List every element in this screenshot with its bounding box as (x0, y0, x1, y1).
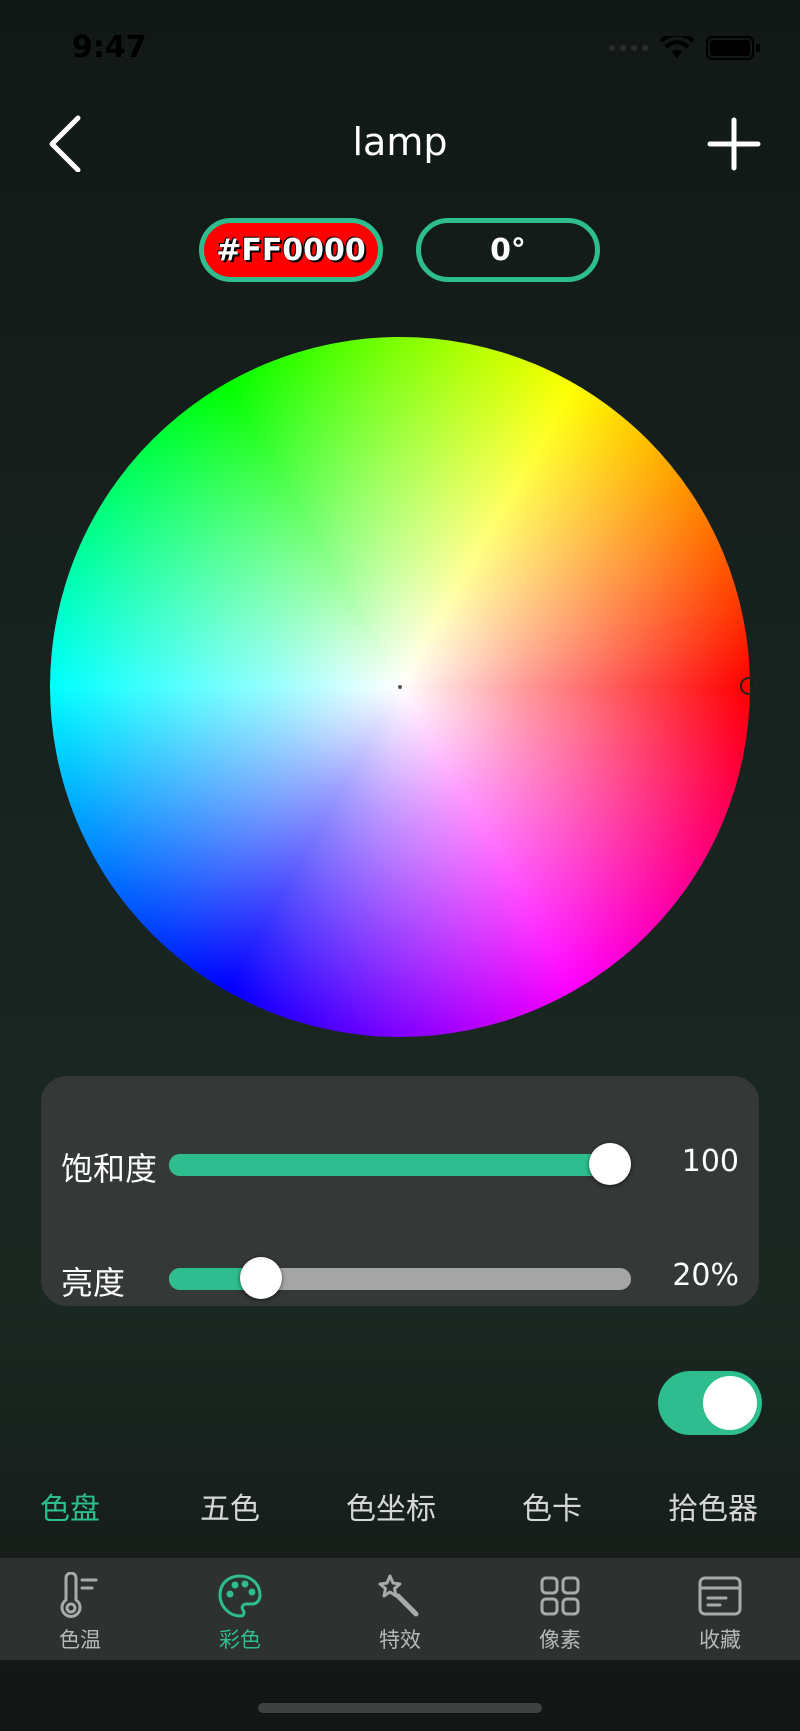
hex-color-button[interactable]: #FF0000 (199, 218, 383, 282)
status-icons (609, 36, 760, 60)
tab-color-card[interactable]: 色卡 (522, 1484, 582, 1528)
slider-card: 饱和度 100 亮度 20% (41, 1076, 759, 1306)
power-toggle[interactable] (658, 1371, 762, 1435)
bottom-tab-bar: 色温 彩色 特效 像素 收藏 (0, 1558, 800, 1660)
tabbar-label: 像素 (539, 1628, 581, 1652)
magic-wand-icon (378, 1574, 419, 1617)
color-wheel-center (398, 685, 402, 689)
color-wheel[interactable] (50, 337, 758, 1037)
tab-color-picker[interactable]: 拾色器 (668, 1484, 758, 1528)
toggle-knob (703, 1376, 757, 1430)
tab-five-color[interactable]: 五色 (200, 1484, 260, 1528)
tabbar-label: 色温 (59, 1628, 101, 1652)
battery-nub (756, 44, 760, 52)
hue-angle-button[interactable]: 0° (416, 218, 600, 282)
tab-color-disc[interactable]: 色盘 (40, 1484, 100, 1528)
brightness-thumb[interactable] (240, 1257, 282, 1299)
brightness-slider[interactable] (169, 1257, 631, 1299)
brightness-row: 亮度 20% (41, 1248, 759, 1308)
color-wheel-handle[interactable] (740, 677, 758, 695)
saturation-slider[interactable] (169, 1143, 631, 1185)
tabbar-item-pixel[interactable]: 像素 (500, 1558, 620, 1660)
saturation-label: 饱和度 (61, 1150, 158, 1188)
add-button[interactable] (704, 114, 764, 174)
tabbar-item-effects[interactable]: 特效 (340, 1558, 460, 1660)
saturation-value: 100 (681, 1144, 739, 1179)
grid-icon (540, 1576, 580, 1616)
thermometer-icon (60, 1572, 98, 1618)
tabbar-label: 收藏 (699, 1628, 741, 1652)
brightness-label: 亮度 (61, 1264, 126, 1302)
card-icon (698, 1576, 742, 1616)
saturation-thumb[interactable] (589, 1143, 631, 1185)
signal-icon (609, 45, 648, 51)
plus-icon (707, 117, 761, 171)
status-time: 9:47 (72, 30, 147, 65)
saturation-fill (169, 1154, 631, 1176)
brightness-value: 20% (672, 1258, 739, 1293)
status-bar: 9:47 (0, 0, 800, 100)
page-title: lamp (352, 120, 448, 164)
mode-tabs: 色盘 五色 色坐标 色卡 拾色器 (0, 1484, 800, 1534)
home-indicator (258, 1703, 542, 1713)
tabbar-item-favorites[interactable]: 收藏 (660, 1558, 780, 1660)
nav-header: lamp (0, 100, 800, 190)
tabbar-label: 彩色 (219, 1628, 261, 1652)
tabbar-item-color-temperature[interactable]: 色温 (20, 1558, 140, 1660)
wifi-icon (660, 36, 694, 58)
tabbar-item-color[interactable]: 彩色 (180, 1558, 300, 1660)
palette-icon (218, 1574, 262, 1618)
tab-color-coordinate[interactable]: 色坐标 (346, 1484, 436, 1528)
saturation-row: 饱和度 100 (41, 1134, 759, 1194)
tabbar-label: 特效 (379, 1628, 421, 1652)
battery-icon (706, 36, 754, 60)
